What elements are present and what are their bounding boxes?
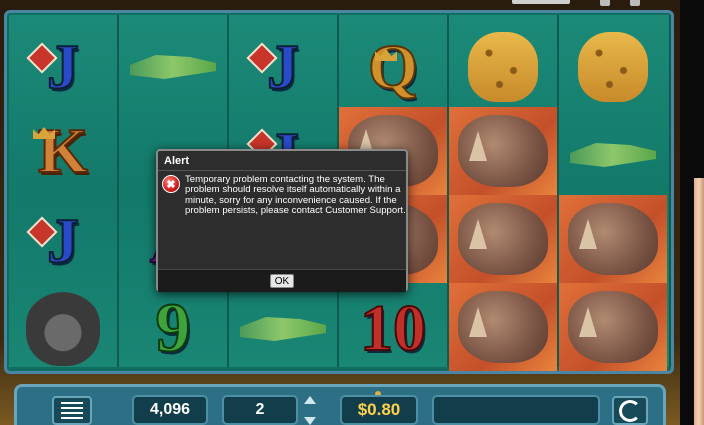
spin-button[interactable] — [612, 396, 648, 425]
reel-6 — [559, 15, 671, 371]
symbol-cell — [229, 285, 337, 373]
alert-message: Temporary problem contacting the system.… — [185, 174, 406, 217]
alert-footer: OK — [158, 269, 406, 292]
lines-selector[interactable]: 2 — [222, 395, 298, 425]
paytable-button[interactable] — [52, 396, 92, 425]
symbol-cell — [449, 283, 557, 371]
symbol-cell — [559, 283, 667, 371]
symbol-cell: 10 — [339, 285, 447, 373]
rhino-icon — [568, 291, 658, 363]
ways-display: 4,096 — [132, 395, 208, 425]
symbol-j: J — [266, 30, 300, 103]
top-close-button[interactable] — [630, 0, 640, 6]
symbol-cell — [559, 195, 667, 283]
rhino-icon — [568, 203, 658, 275]
symbol-9: 9 — [155, 289, 192, 368]
symbol-cell: J — [9, 197, 117, 285]
leopard-icon — [578, 32, 648, 102]
win-display — [432, 395, 600, 425]
refresh-icon — [619, 399, 641, 422]
top-tab[interactable] — [512, 0, 570, 4]
reel-1: J K J — [9, 15, 119, 367]
symbol-cell: K — [9, 107, 117, 195]
crocodile-icon — [240, 317, 326, 341]
symbol-cell — [9, 285, 117, 373]
rhino-icon — [458, 115, 548, 187]
side-panel-peek — [694, 178, 704, 425]
symbol-cell — [449, 195, 557, 283]
arrow-down-icon[interactable] — [304, 417, 316, 425]
rhino-icon — [458, 291, 548, 363]
symbol-q: Q — [367, 30, 419, 103]
alert-title: Alert — [164, 155, 190, 167]
symbol-k: K — [37, 114, 89, 187]
arrow-up-icon[interactable] — [304, 396, 316, 404]
crocodile-icon — [570, 143, 656, 167]
alert-dialog: Alert ✖ Temporary problem contacting the… — [156, 149, 408, 292]
lines-stepper[interactable] — [303, 396, 317, 425]
top-menu-button[interactable] — [600, 0, 610, 6]
leopard-icon — [468, 32, 538, 102]
symbol-j: J — [46, 204, 80, 277]
symbol-10: 10 — [359, 291, 427, 366]
symbol-cell: J — [229, 23, 337, 111]
reel-5 — [449, 15, 559, 371]
symbol-cell — [449, 23, 557, 111]
symbol-cell: Q — [339, 23, 447, 111]
bet-display[interactable]: $0.80 — [340, 395, 418, 425]
symbol-cell: 9 — [119, 285, 227, 373]
symbol-cell — [449, 107, 557, 195]
symbol-cell — [559, 111, 667, 199]
symbol-cell — [119, 23, 227, 111]
ok-button[interactable]: OK — [270, 274, 294, 288]
error-icon: ✖ — [162, 175, 180, 193]
paytable-icon — [61, 401, 83, 420]
alert-divider — [158, 170, 406, 171]
symbol-cell: J — [9, 23, 117, 111]
gorilla-icon — [26, 292, 100, 366]
symbol-j: J — [46, 30, 80, 103]
rhino-icon — [458, 203, 548, 275]
symbol-cell — [559, 23, 667, 111]
crocodile-icon — [130, 55, 216, 79]
